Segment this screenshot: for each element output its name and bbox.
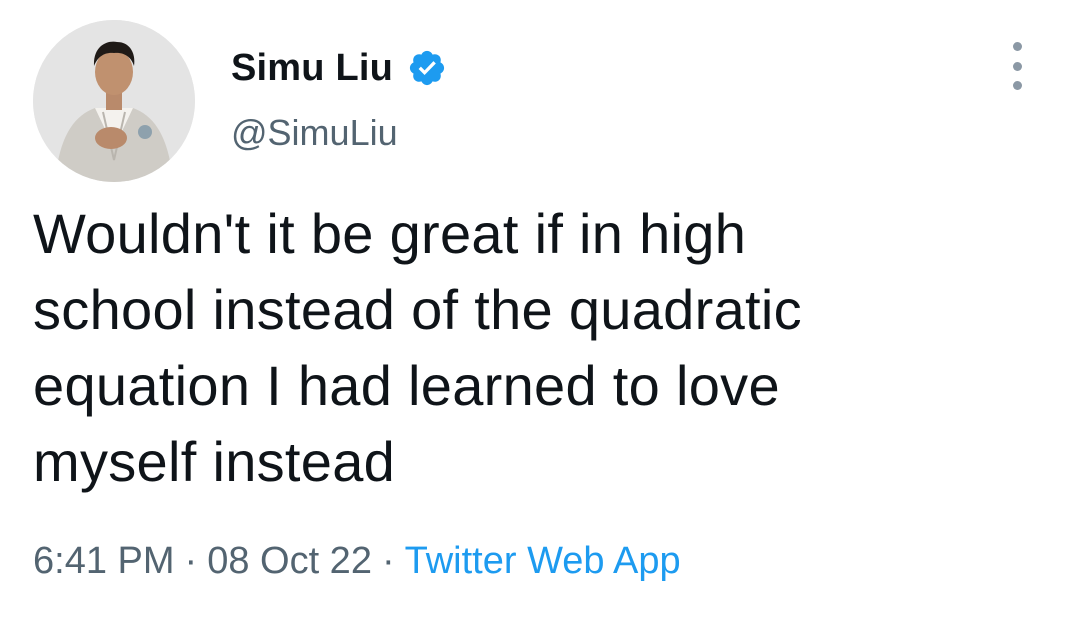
display-name[interactable]: Simu Liu: [231, 47, 393, 90]
more-options-icon[interactable]: [1002, 42, 1032, 90]
tweet-text-line: myself instead: [33, 430, 396, 493]
tweet-card: Simu Liu @SimuLiu Wouldn't it be great i…: [0, 0, 1077, 626]
tweet-source-link[interactable]: Twitter Web App: [405, 540, 681, 582]
tweet-date[interactable]: 08 Oct 22: [207, 540, 372, 582]
verified-badge-icon: [407, 48, 447, 88]
tweet-text-line: equation I had learned to love: [33, 354, 780, 417]
more-dot: [1012, 42, 1022, 51]
more-dot: [1012, 81, 1022, 90]
user-handle[interactable]: @SimuLiu: [231, 112, 398, 154]
tweet-time[interactable]: 6:41 PM: [33, 540, 175, 582]
avatar-photo: [33, 20, 195, 182]
author-name-row: Simu Liu: [231, 44, 447, 92]
more-dot: [1012, 61, 1022, 71]
avatar[interactable]: [33, 20, 195, 182]
tweet-text-line: school instead of the quadratic: [33, 278, 802, 341]
meta-separator: ·: [184, 540, 198, 582]
tweet-meta: 6:41 PM · 08 Oct 22 · Twitter Web App: [33, 540, 681, 583]
tweet-text: Wouldn't it be great if in high school i…: [33, 196, 1033, 500]
meta-separator: ·: [381, 540, 395, 582]
tweet-text-line: Wouldn't it be great if in high: [33, 202, 747, 265]
